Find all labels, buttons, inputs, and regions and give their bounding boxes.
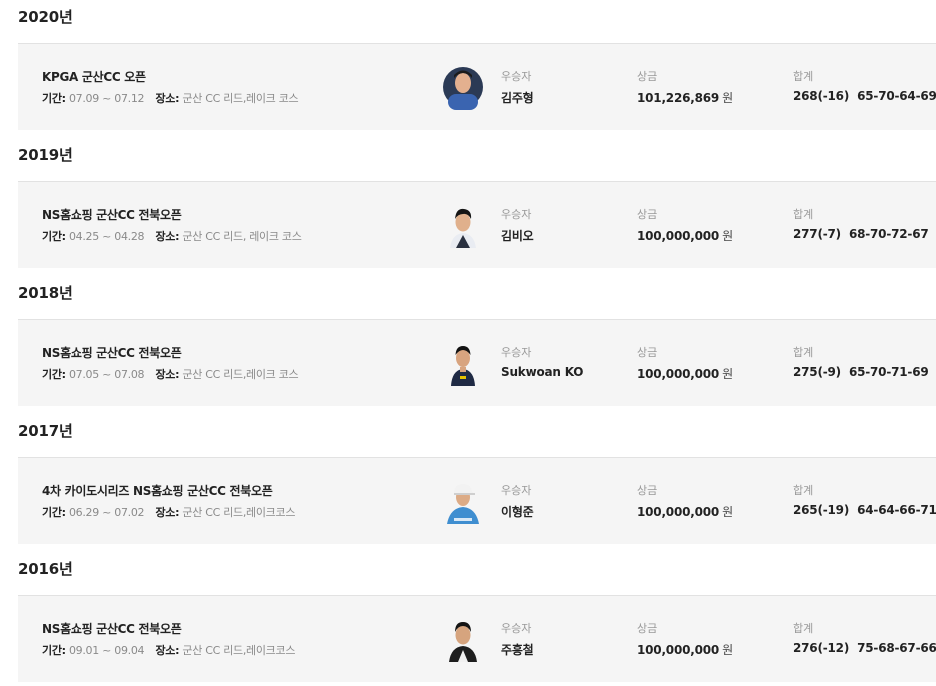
winner-avatar [442, 616, 484, 662]
tournament-meta: 기간: 04.25 ~ 04.28 장소: 군산 CC 리드, 레이크 코스 [42, 228, 302, 244]
venue-value: 군산 CC 리드,레이크코스 [182, 506, 296, 519]
golfer-portrait-icon [450, 208, 476, 248]
tournament-meta: 기간: 07.09 ~ 07.12 장소: 군산 CC 리드,레이크 코스 [42, 90, 299, 106]
total-score: 275(-9) 65-70-71-69 [793, 365, 929, 379]
winner-name[interactable]: Sukwoan KO [501, 365, 583, 379]
total-label: 합계 [793, 622, 814, 635]
winner-label: 우승자 [501, 622, 532, 635]
tournament-meta: 기간: 06.29 ~ 07.02 장소: 군산 CC 리드,레이크코스 [42, 504, 295, 520]
winner-label: 우승자 [501, 346, 532, 359]
prize-label: 상금 [637, 70, 658, 83]
total-label: 합계 [793, 484, 814, 497]
winner-label: 우승자 [501, 484, 532, 497]
period-value: 07.09 ~ 07.12 [68, 92, 145, 105]
winner-avatar [442, 478, 484, 524]
period-value: 09.01 ~ 09.04 [68, 644, 145, 657]
total-label: 합계 [793, 70, 814, 83]
period-value: 06.29 ~ 07.02 [68, 506, 145, 519]
prize-value: 100,000,000 원 [637, 367, 733, 381]
period-label: 기간: [42, 230, 66, 243]
prize-label: 상금 [637, 484, 658, 497]
year-heading: 2018년 [18, 284, 73, 302]
venue-label: 장소: [155, 644, 180, 657]
winner-name[interactable]: 김주형 [501, 89, 534, 106]
tournament-meta: 기간: 07.05 ~ 07.08 장소: 군산 CC 리드,레이크 코스 [42, 366, 299, 382]
winner-label: 우승자 [501, 70, 532, 83]
year-heading: 2016년 [18, 560, 73, 578]
period-value: 04.25 ~ 04.28 [68, 230, 145, 243]
prize-value: 101,226,869 원 [637, 91, 733, 105]
year-heading: 2017년 [18, 422, 73, 440]
total-label: 합계 [793, 346, 814, 359]
tournament-card[interactable]: KPGA 군산CC 오픈 기간: 07.09 ~ 07.12 장소: 군산 CC… [18, 43, 936, 130]
period-value: 07.05 ~ 07.08 [68, 368, 145, 381]
prize-value: 100,000,000 원 [637, 643, 733, 657]
round-scores: 65-70-64-69 [857, 89, 936, 103]
venue-label: 장소: [155, 368, 180, 381]
period-label: 기간: [42, 506, 66, 519]
year-heading: 2019년 [18, 146, 73, 164]
golfer-portrait-icon [449, 622, 477, 662]
winner-avatar [442, 64, 484, 110]
winner-avatar [442, 202, 484, 248]
venue-value: 군산 CC 리드,레이크코스 [182, 644, 296, 657]
venue-label: 장소: [155, 506, 180, 519]
prize-value: 100,000,000 원 [637, 505, 733, 519]
tournament-card[interactable]: 4차 카이도시리즈 NS홈쇼핑 군산CC 전북오픈 기간: 06.29 ~ 07… [18, 457, 936, 544]
prize-label: 상금 [637, 622, 658, 635]
winner-name[interactable]: 주흥철 [501, 641, 534, 658]
round-scores: 68-70-72-67 [848, 227, 929, 241]
prize-value: 100,000,000 원 [637, 229, 733, 243]
tournament-name: NS홈쇼핑 군산CC 전북오픈 [42, 208, 182, 222]
winners-history: 2020년 KPGA 군산CC 오픈 기간: 07.09 ~ 07.12 장소:… [0, 0, 936, 686]
golfer-portrait-icon [443, 67, 483, 110]
total-score: 277(-7) 68-70-72-67 [793, 227, 929, 241]
venue-label: 장소: [155, 230, 180, 243]
round-scores: 75-68-67-66 [857, 641, 936, 655]
venue-value: 군산 CC 리드,레이크 코스 [182, 368, 299, 381]
round-scores: 64-64-66-71 [857, 503, 936, 517]
tournament-card[interactable]: NS홈쇼핑 군산CC 전북오픈 기간: 09.01 ~ 09.04 장소: 군산… [18, 595, 936, 682]
tournament-name: NS홈쇼핑 군산CC 전북오픈 [42, 346, 182, 360]
winner-name[interactable]: 김비오 [501, 227, 534, 244]
golfer-portrait-icon [451, 346, 475, 386]
total-score: 276(-12) 75-68-67-66 [793, 641, 936, 655]
total-score: 265(-19) 64-64-66-71 [793, 503, 936, 517]
total-label: 합계 [793, 208, 814, 221]
winner-avatar [442, 340, 484, 386]
tournament-card[interactable]: NS홈쇼핑 군산CC 전북오픈 기간: 04.25 ~ 04.28 장소: 군산… [18, 181, 936, 268]
prize-label: 상금 [637, 346, 658, 359]
tournament-name: 4차 카이도시리즈 NS홈쇼핑 군산CC 전북오픈 [42, 484, 273, 498]
winner-name[interactable]: 이형준 [501, 503, 534, 520]
period-label: 기간: [42, 368, 66, 381]
year-heading: 2020년 [18, 8, 73, 26]
prize-label: 상금 [637, 208, 658, 221]
tournament-name: KPGA 군산CC 오픈 [42, 70, 146, 84]
venue-value: 군산 CC 리드, 레이크 코스 [182, 230, 302, 243]
golfer-portrait-icon [447, 484, 479, 524]
tournament-name: NS홈쇼핑 군산CC 전북오픈 [42, 622, 182, 636]
total-score: 268(-16) 65-70-64-69 [793, 89, 936, 103]
tournament-meta: 기간: 09.01 ~ 09.04 장소: 군산 CC 리드,레이크코스 [42, 642, 295, 658]
venue-label: 장소: [155, 92, 180, 105]
venue-value: 군산 CC 리드,레이크 코스 [182, 92, 299, 105]
period-label: 기간: [42, 644, 66, 657]
tournament-card[interactable]: NS홈쇼핑 군산CC 전북오픈 기간: 07.05 ~ 07.08 장소: 군산… [18, 319, 936, 406]
round-scores: 65-70-71-69 [848, 365, 929, 379]
winner-label: 우승자 [501, 208, 532, 221]
period-label: 기간: [42, 92, 66, 105]
